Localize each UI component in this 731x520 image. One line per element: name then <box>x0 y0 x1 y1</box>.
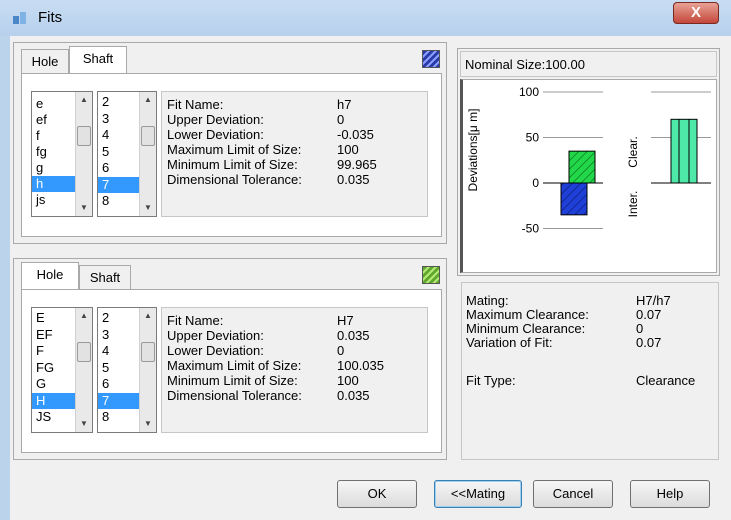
scroll-thumb[interactable] <box>141 126 155 146</box>
info-label: Fit Name: <box>167 313 224 328</box>
info-value: 0.035 <box>337 172 370 187</box>
info-label: Lower Deviation: <box>167 127 264 142</box>
shaft-group: Hole Shaft e ef f fg g h js ▲ ▼ 2345678 ▲ ▼ <box>13 42 447 244</box>
info-value: 0.035 <box>337 328 370 343</box>
ok-button[interactable]: OK <box>337 480 417 508</box>
close-button[interactable]: X <box>673 2 719 24</box>
scrollbar[interactable]: ▲ ▼ <box>75 308 92 432</box>
scroll-down-icon[interactable]: ▼ <box>140 200 156 216</box>
scrollbar[interactable]: ▲ ▼ <box>139 308 156 432</box>
hole-info-box: Fit Name: H7 Upper Deviation: 0.035 Lower De… <box>161 307 428 433</box>
tab-hole[interactable]: Hole <box>21 49 69 75</box>
scroll-down-icon[interactable]: ▼ <box>76 416 92 432</box>
tab-shaft[interactable]: Shaft <box>69 46 127 74</box>
shaft-panel: e ef f fg g h js ▲ ▼ 2345678 ▲ ▼ Fit Name: h7 Up… <box>21 73 442 237</box>
tab-hole[interactable]: Hole <box>21 262 79 290</box>
shaft-info-box: Fit Name: h7 Upper Deviation: 0 Lower Deviat… <box>161 91 428 217</box>
info-label: Minimum Limit of Size: <box>167 157 298 172</box>
y-tick-label: 50 <box>526 131 540 145</box>
y-tick-label: 0 <box>532 176 539 190</box>
nominal-size-label: Nominal Size:100.00 <box>465 57 585 72</box>
mating-label: Mating: <box>466 293 509 308</box>
interference-label: Inter. <box>626 191 640 218</box>
shaft-tolerance-bar <box>560 182 588 216</box>
scroll-thumb[interactable] <box>77 126 91 146</box>
scroll-thumb[interactable] <box>77 342 91 362</box>
window-frame <box>0 36 10 520</box>
scroll-down-icon[interactable]: ▼ <box>76 200 92 216</box>
mating-label: Minimum Clearance: <box>466 321 586 336</box>
info-label: Upper Deviation: <box>167 112 264 127</box>
tab-label: Hole <box>31 54 59 69</box>
tab-label: Shaft <box>82 51 114 66</box>
scrollbar[interactable]: ▲ ▼ <box>139 92 156 216</box>
mating-info-box: Mating: H7/h7 Maximum Clearance: 0.07 Minimu… <box>461 282 719 460</box>
mating-label: Maximum Clearance: <box>466 307 589 322</box>
hole-grade-list[interactable]: 2345678 ▲ ▼ <box>97 307 157 433</box>
help-button[interactable]: Help <box>630 480 710 508</box>
scroll-up-icon[interactable]: ▲ <box>140 308 156 324</box>
info-label: Dimensional Tolerance: <box>167 388 302 403</box>
shaft-deviation-list[interactable]: e ef f fg g h js ▲ ▼ <box>31 91 93 217</box>
nominal-size-bar: Nominal Size:100.00 <box>460 51 717 77</box>
mating-label: Variation of Fit: <box>466 335 553 350</box>
mating-value: 0.07 <box>636 335 662 350</box>
scroll-thumb[interactable] <box>141 342 155 362</box>
info-label: Fit Name: <box>167 97 224 112</box>
scroll-up-icon[interactable]: ▲ <box>140 92 156 108</box>
info-label: Lower Deviation: <box>167 343 264 358</box>
y-tick-label: -50 <box>522 222 540 236</box>
info-value: 0.035 <box>337 388 370 403</box>
deviation-chart-svg: Deviations[μ m] 100 50 0 -50 Clear. Inter. <box>466 85 711 236</box>
deviation-chart: Deviations[μ m] 100 50 0 -50 Clear. Inter. <box>460 79 717 273</box>
y-tick-label: 100 <box>519 85 539 99</box>
title-bar: Fits X <box>0 0 731 37</box>
hole-tolerance-bar <box>568 150 596 184</box>
shaft-color-swatch[interactable] <box>422 50 440 68</box>
hole-group: Hole Shaft E EF F FG G H JS ▲ ▼ 2345678 ▲ ▼ <box>13 258 447 460</box>
info-value: 100 <box>337 373 359 388</box>
mating-value: 0 <box>636 321 644 336</box>
hole-color-swatch[interactable] <box>422 266 440 284</box>
info-label: Minimum Limit of Size: <box>167 373 298 388</box>
tab-label: Hole <box>36 267 64 282</box>
y-axis-label: Deviations[μ m] <box>466 109 480 192</box>
close-icon: X <box>690 4 701 21</box>
info-value: H7 <box>337 313 354 328</box>
scrollbar[interactable]: ▲ ▼ <box>75 92 92 216</box>
clearance-zone-bar <box>670 118 698 184</box>
info-value: 100 <box>337 142 359 157</box>
mating-value: Clearance <box>636 373 696 388</box>
info-value: 0 <box>337 112 345 127</box>
mating-label: Fit Type: <box>466 373 516 388</box>
window-title: Fits <box>38 9 63 26</box>
hole-deviation-list[interactable]: E EF F FG G H JS ▲ ▼ <box>31 307 93 433</box>
info-value: 99.965 <box>337 157 377 172</box>
info-value: -0.035 <box>337 127 374 142</box>
info-value: h7 <box>337 97 352 112</box>
mating-button[interactable]: <<Mating <box>434 480 522 508</box>
scroll-up-icon[interactable]: ▲ <box>76 308 92 324</box>
client-area: Hole Shaft e ef f fg g h js ▲ ▼ 2345678 ▲ ▼ <box>10 36 731 520</box>
scroll-up-icon[interactable]: ▲ <box>76 92 92 108</box>
info-label: Dimensional Tolerance: <box>167 172 302 187</box>
mating-value: H7/h7 <box>636 293 671 308</box>
app-icon <box>13 12 26 24</box>
info-label: Maximum Limit of Size: <box>167 358 302 373</box>
info-value: 100.035 <box>337 358 384 373</box>
tab-label: Shaft <box>89 270 121 285</box>
info-label: Upper Deviation: <box>167 328 264 343</box>
cancel-button[interactable]: Cancel <box>533 480 613 508</box>
tab-shaft[interactable]: Shaft <box>79 265 131 291</box>
mating-value: 0.07 <box>636 307 662 322</box>
clearance-label: Clear. <box>626 136 640 167</box>
shaft-grade-list[interactable]: 2345678 ▲ ▼ <box>97 91 157 217</box>
chart-group: Nominal Size:100.00 Deviations[μ m] 100 50… <box>457 48 720 276</box>
info-value: 0 <box>337 343 345 358</box>
scroll-down-icon[interactable]: ▼ <box>140 416 156 432</box>
hole-panel: E EF F FG G H JS ▲ ▼ 2345678 ▲ ▼ Fit Name: H7 Up… <box>21 289 442 453</box>
info-label: Maximum Limit of Size: <box>167 142 302 157</box>
